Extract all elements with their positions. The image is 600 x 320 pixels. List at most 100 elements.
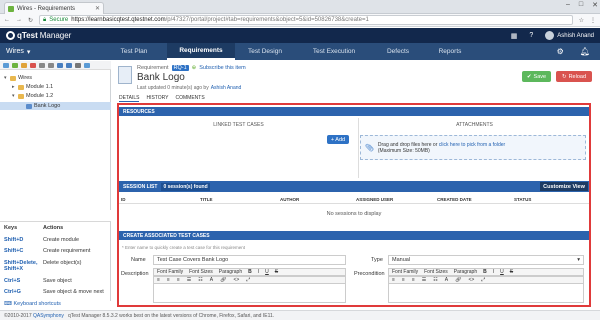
tab-reports[interactable]: Reports — [423, 43, 477, 60]
user-menu[interactable]: Ashish Anand — [545, 31, 594, 40]
new-requirement-icon[interactable] — [12, 62, 18, 68]
project-selector[interactable]: Wires ▾ — [0, 48, 58, 56]
forward-icon[interactable]: → — [16, 17, 22, 23]
browser-tab[interactable]: Wires - Requirements ✕ — [4, 2, 104, 14]
menu-icon[interactable]: ⋮ — [590, 17, 596, 24]
import-icon[interactable] — [57, 62, 63, 68]
export-icon[interactable] — [66, 62, 72, 68]
delete-icon[interactable] — [30, 62, 36, 68]
tab-requirements[interactable]: Requirements — [167, 43, 235, 60]
lock-icon: 🔒︎ — [43, 16, 47, 23]
tree-item-module-1-2[interactable]: ▾ Module 1.2 — [12, 93, 53, 99]
keyboard-shortcuts-label: Keyboard shortcuts — [13, 301, 61, 307]
key-row: Shift+D Create module — [4, 237, 108, 243]
tab-test-plan[interactable]: Test Plan — [101, 43, 167, 60]
tree-item-module-1-1[interactable]: ▸ Module 1.1 — [12, 84, 53, 90]
key-action: Delete object(s) — [43, 260, 82, 266]
help-icon[interactable]: ? — [529, 32, 533, 39]
folder-icon[interactable] — [21, 62, 27, 68]
footer-copyright: ©2010-2017 — [4, 312, 32, 319]
key-row: Ctrl+G Save object & move next — [4, 289, 108, 295]
key-row: Ctrl+S Save object — [4, 278, 108, 284]
save-label: Save — [533, 73, 547, 80]
updated-by-link[interactable]: Ashish Anand — [211, 85, 242, 91]
expand-icon[interactable]: ▸ — [12, 84, 16, 90]
gear-icon[interactable]: ⚙ — [557, 47, 564, 56]
project-name: Wires — [6, 47, 24, 55]
tab-test-execution[interactable]: Test Execution — [295, 43, 373, 60]
nav-right-icons: ⚙ 🔔︎ — [557, 47, 600, 56]
tree-item-label: Module 1.2 — [26, 93, 54, 99]
filter-icon[interactable] — [75, 62, 81, 68]
address-bar: ← → ↻ 🔒︎ Secure https://learnbasicqtest.… — [0, 14, 600, 27]
url-host: https://learnbasicqtest.qtestnet.com — [71, 17, 166, 23]
key-row: Shift+C Create requirement — [4, 248, 108, 254]
star-icon[interactable]: ☆ — [579, 17, 584, 24]
highlight-frame — [117, 103, 591, 307]
req-label: Requirement — [137, 65, 169, 71]
tree-toolbar — [0, 61, 111, 70]
tree-root-label: Wires — [18, 75, 33, 81]
secure-label: Secure — [49, 17, 69, 23]
key-combo: Shift+C — [4, 248, 24, 254]
avatar — [545, 31, 555, 40]
close-tab-icon[interactable]: ✕ — [95, 5, 100, 12]
keys-header-action: Actions — [43, 225, 64, 231]
req-updated: Last updated 0 minute(s) ago by Ashish A… — [137, 85, 241, 91]
keyboard-shortcuts-link[interactable]: ⌨ Keyboard shortcuts — [4, 301, 61, 307]
reload-icon: ↻ — [561, 73, 567, 80]
reload-page-icon[interactable]: ↻ — [28, 17, 33, 24]
req-title[interactable]: Bank Logo — [137, 72, 185, 83]
minimize-icon[interactable]: – — [566, 1, 570, 9]
tab-test-design[interactable]: Test Design — [235, 43, 295, 60]
new-module-icon[interactable] — [3, 62, 9, 68]
copy-icon[interactable] — [39, 62, 45, 68]
tree-root[interactable]: ▾ Wires — [4, 75, 32, 81]
collapse-icon[interactable]: ▾ — [12, 93, 16, 99]
apps-grid-icon[interactable]: ▦ — [511, 32, 518, 40]
requirement-doc-icon — [118, 66, 132, 84]
requirement-icon — [26, 103, 32, 109]
updated-text: Last updated 0 minute(s) ago by — [137, 85, 209, 91]
key-action: Save object & move next — [43, 289, 104, 295]
user-name: Ashish Anand — [557, 32, 594, 39]
qtest-logo-icon — [6, 31, 15, 40]
tree-item-label: Module 1.1 — [26, 84, 54, 90]
key-row: Shift+Delete, Shift+X Delete object(s) — [4, 260, 108, 272]
app-logo[interactable]: qTest Manager — [6, 31, 71, 40]
subtab-details[interactable]: DETAILS — [119, 95, 140, 102]
detail-subtabs: DETAILS HISTORY COMMENTS — [119, 95, 205, 102]
notification-icon[interactable]: 🔔︎ — [580, 47, 590, 56]
folder-icon — [18, 93, 24, 99]
tab-defects[interactable]: Defects — [373, 43, 423, 60]
main-nav: Wires ▾ Test Plan Requirements Test Desi… — [0, 43, 600, 60]
subscribe-link[interactable]: Subscribe this item — [199, 65, 245, 71]
save-button[interactable]: ✔ Save — [522, 71, 551, 82]
settings-icon[interactable] — [84, 62, 90, 68]
close-window-icon[interactable]: ✕ — [592, 1, 598, 9]
key-action: Create module — [43, 237, 80, 243]
project-folder-icon — [10, 75, 16, 81]
subtab-comments[interactable]: COMMENTS — [176, 95, 205, 102]
subscribe-icon[interactable]: ⊕ — [192, 65, 197, 71]
app-header: qTest Manager ▦ ? Ashish Anand — [0, 28, 600, 43]
footer: ©2010-2017 QASymphony qTest Manager 8.5.… — [0, 310, 600, 320]
maximize-icon[interactable]: □ — [579, 1, 583, 9]
key-combo: Shift+Delete, Shift+X — [4, 260, 38, 272]
subtab-history[interactable]: HISTORY — [146, 95, 168, 102]
tree-item-bank-logo[interactable]: Bank Logo — [26, 103, 60, 109]
key-combo: Ctrl+G — [4, 289, 21, 295]
back-icon[interactable]: ← — [4, 17, 10, 23]
chevron-down-icon: ▾ — [26, 48, 31, 56]
req-meta: Requirement RQ-1 ⊕ Subscribe this item — [137, 65, 246, 71]
keyboard-icon: ⌨ — [4, 301, 12, 307]
favicon-icon — [8, 5, 14, 12]
paste-icon[interactable] — [48, 62, 54, 68]
url-field[interactable]: 🔒︎ Secure https://learnbasicqtest.qtestn… — [39, 15, 573, 25]
logo-text: qTest — [17, 31, 38, 40]
footer-company-link[interactable]: QASymphony — [33, 313, 64, 319]
collapse-icon[interactable]: ▾ — [4, 75, 8, 81]
reload-button[interactable]: ↻ Reload — [556, 71, 592, 82]
keys-header: Keys Actions — [4, 225, 108, 231]
folder-icon — [18, 84, 24, 90]
